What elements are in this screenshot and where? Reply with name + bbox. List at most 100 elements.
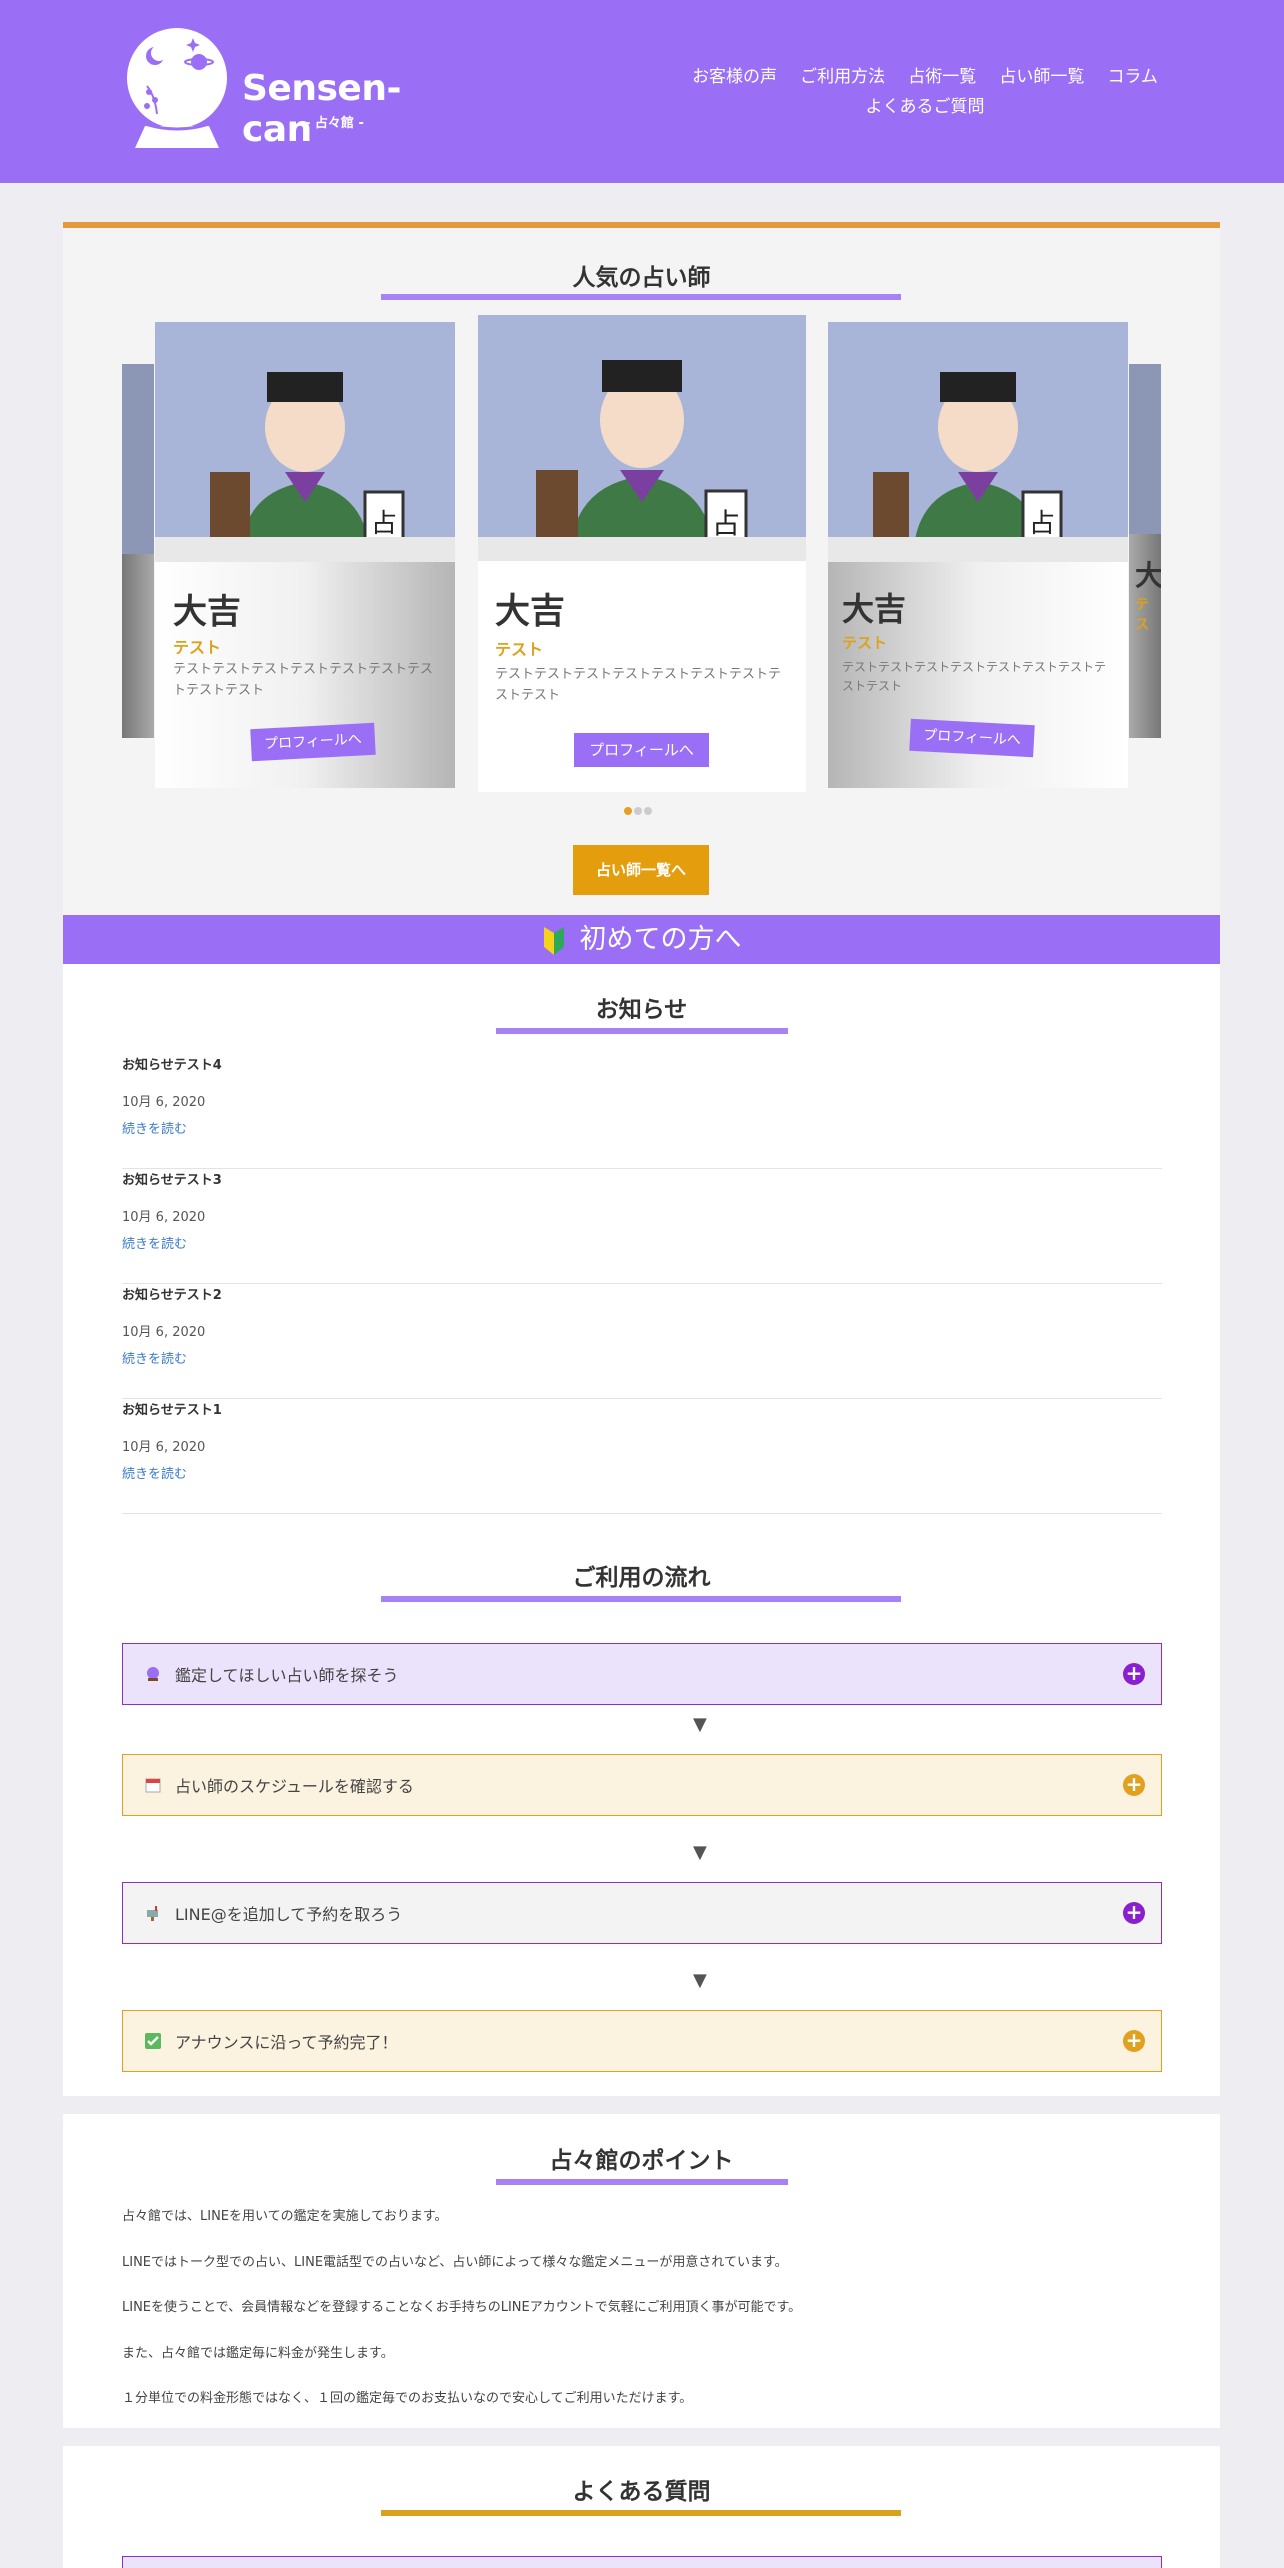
logo-name: Sensen-can [242,68,401,150]
nav-fortune-tellers[interactable]: 占い師一覧 [999,62,1084,92]
points-paragraph: LINEを使うことで、会員情報などを登録することなくお手持ちのLINEアカウント… [122,2300,802,2315]
title-underline [496,1028,788,1034]
news-item[interactable]: お知らせテスト4 10月 6, 2020 続きを読む [122,1054,1162,1169]
title-underline [381,2510,901,2516]
news-title: お知らせ [595,997,688,1023]
flow-arrow: ▼ [693,1970,707,1991]
card-tag: テスト [173,638,222,657]
card-photo [122,364,154,554]
flow-arrow: ▼ [693,1842,707,1863]
read-more-link[interactable]: 続きを読む [122,1348,187,1367]
expand-plus-icon[interactable]: + [1123,2030,1145,2052]
card-tag: テスト [495,640,544,659]
site-logo[interactable]: Sensen-can - 占々館 - [125,26,435,156]
news-item-title[interactable]: お知らせテスト1 [122,1399,222,1418]
fortune-teller-photo: 占 [155,322,455,562]
faq-item[interactable] [122,2556,1162,2568]
flow-step-2[interactable]: 占い師のスケジュールを確認する + [122,1754,1162,1816]
card-tag: テス [1135,597,1149,633]
flow-arrow: ▼ [693,1714,707,1735]
title-underline [381,294,901,300]
flow-step-4[interactable]: アナウンスに沿って予約完了！ + [122,2010,1162,2072]
card-name: 大吉 [495,591,566,632]
profile-button[interactable]: プロフィールへ [909,718,1035,758]
content-section: お知らせ お知らせテスト4 10月 6, 2020 続きを読む お知らせテスト3… [63,964,1220,2096]
nav-how-to-use[interactable]: ご利用方法 [800,62,885,92]
fortune-teller-photo: 占 [828,322,1128,562]
crystal-ball-logo-icon [127,28,227,148]
check-icon [145,2033,161,2049]
nav-divination-list[interactable]: 占術一覧 [908,62,976,92]
card-photo [1129,364,1161,534]
beginner-mark-icon [543,926,564,955]
profile-button[interactable]: プロフィールへ [574,733,709,767]
card-name: 大 [1135,559,1161,592]
expand-plus-icon[interactable]: + [1123,1902,1145,1924]
logo-subtitle: - 占々館 - [305,116,364,131]
carousel-card-left[interactable]: 占 大吉 テスト テストテストテストテストテストテストテストテストテスト プロフ… [155,322,455,788]
read-more-link[interactable]: 続きを読む [122,1233,187,1252]
points-section: 占々館のポイント 占々館では、LINEを用いての鑑定を実施しております。 LIN… [63,2114,1220,2428]
expand-plus-icon[interactable]: + [1123,1663,1145,1685]
calendar-icon [145,1778,161,1793]
popular-title: 人気の占い師 [572,265,711,291]
nav-faq[interactable]: よくあるご質問 [866,92,985,122]
points-paragraph: 占々館では、LINEを用いての鑑定を実施しております。 [122,2209,448,2224]
news-item-title[interactable]: お知らせテスト4 [122,1054,222,1073]
fortune-teller-photo: 占 [478,315,806,561]
beginner-label: 初めての方へ [579,924,742,955]
points-title: 占々館のポイント [549,2148,734,2174]
carousel-dot-3[interactable] [644,807,652,815]
carousel-card-right[interactable]: 占 大吉 テスト テストテストテストテストテストテストテストテストテスト プロフ… [828,322,1128,788]
beginner-banner[interactable]: 初めての方へ [63,915,1220,964]
card-name: 大吉 [842,590,907,628]
svg-text:占: 占 [1029,509,1055,539]
fortune-teller-list-button[interactable]: 占い師一覧へ [573,845,709,895]
card-description: テストテストテストテストテストテストテストテストテスト [842,660,1107,694]
popular-section: 人気の占い師 占 大吉 テスト テストテストテストテストテストテストテストテスト… [63,222,1220,915]
nav-voice[interactable]: お客様の声 [692,62,777,92]
news-item[interactable]: お知らせテスト3 10月 6, 2020 続きを読む [122,1169,1162,1284]
points-paragraph: また、占々館では鑑定毎に料金が発生します。 [122,2346,394,2361]
flow-step-3[interactable]: LINE@を追加して予約を取ろう + [122,1882,1162,1944]
news-item[interactable]: お知らせテスト1 10月 6, 2020 続きを読む [122,1399,1162,1514]
flow-step-label: アナウンスに沿って予約完了！ [175,2033,398,2052]
flow-step-label: 鑑定してほしい占い師を探そう [175,1666,399,1685]
flow-title: ご利用の流れ [572,1565,711,1591]
flow-step-label: LINE@を追加して予約を取ろう [175,1905,403,1924]
carousel-dot-1[interactable] [624,807,632,815]
expand-plus-icon[interactable]: + [1123,1774,1145,1796]
title-underline [381,1596,901,1602]
points-paragraph: １分単位での料金形態ではなく、１回の鑑定毎でのお支払いなので安心してご利用いただ… [122,2391,693,2406]
news-item-title[interactable]: お知らせテスト2 [122,1284,222,1303]
carousel-card-partial-left [122,364,154,738]
carousel-dots [623,800,653,819]
news-item-date: 10月 6, 2020 [122,1440,206,1455]
mailbox-icon [147,1906,158,1921]
carousel-card-partial-right: 大 テス [1129,364,1161,738]
svg-text:占: 占 [371,509,397,539]
svg-text:占: 占 [712,507,740,540]
news-item-date: 10月 6, 2020 [122,1325,206,1340]
main-nav: お客様の声 ご利用方法 占術一覧 占い師一覧 コラム よくあるご質問 [680,62,1170,122]
title-underline [496,2179,788,2185]
flow-step-1[interactable]: 鑑定してほしい占い師を探そう + [122,1643,1162,1705]
news-item[interactable]: お知らせテスト2 10月 6, 2020 続きを読む [122,1284,1162,1399]
card-description: テストテストテストテストテストテストテストテストテスト [173,662,434,698]
read-more-link[interactable]: 続きを読む [122,1118,187,1137]
carousel-card-center[interactable]: 占 大吉 テスト テストテストテストテストテストテストテストテストテスト プロフ… [478,315,806,792]
points-paragraph: LINEではトーク型での占い、LINE電話型での占いなど、占い師によって様々な鑑… [122,2255,788,2270]
faq-section: よくある質問 [63,2446,1220,2568]
faq-title: よくある質問 [572,2479,711,2505]
news-item-date: 10月 6, 2020 [122,1210,206,1225]
profile-button[interactable]: プロフィールへ [250,722,376,762]
crystal-ball-icon [147,1667,159,1681]
site-header: Sensen-can - 占々館 - お客様の声 ご利用方法 占術一覧 占い師一… [0,0,1284,183]
news-item-title[interactable]: お知らせテスト3 [122,1169,222,1188]
card-description: テストテストテストテストテストテストテストテストテスト [495,667,782,703]
read-more-link[interactable]: 続きを読む [122,1463,187,1482]
flow-step-label: 占い師のスケジュールを確認する [175,1777,414,1796]
card-tag: テスト [842,634,888,652]
carousel-dot-2[interactable] [634,807,642,815]
nav-column[interactable]: コラム [1107,62,1158,92]
